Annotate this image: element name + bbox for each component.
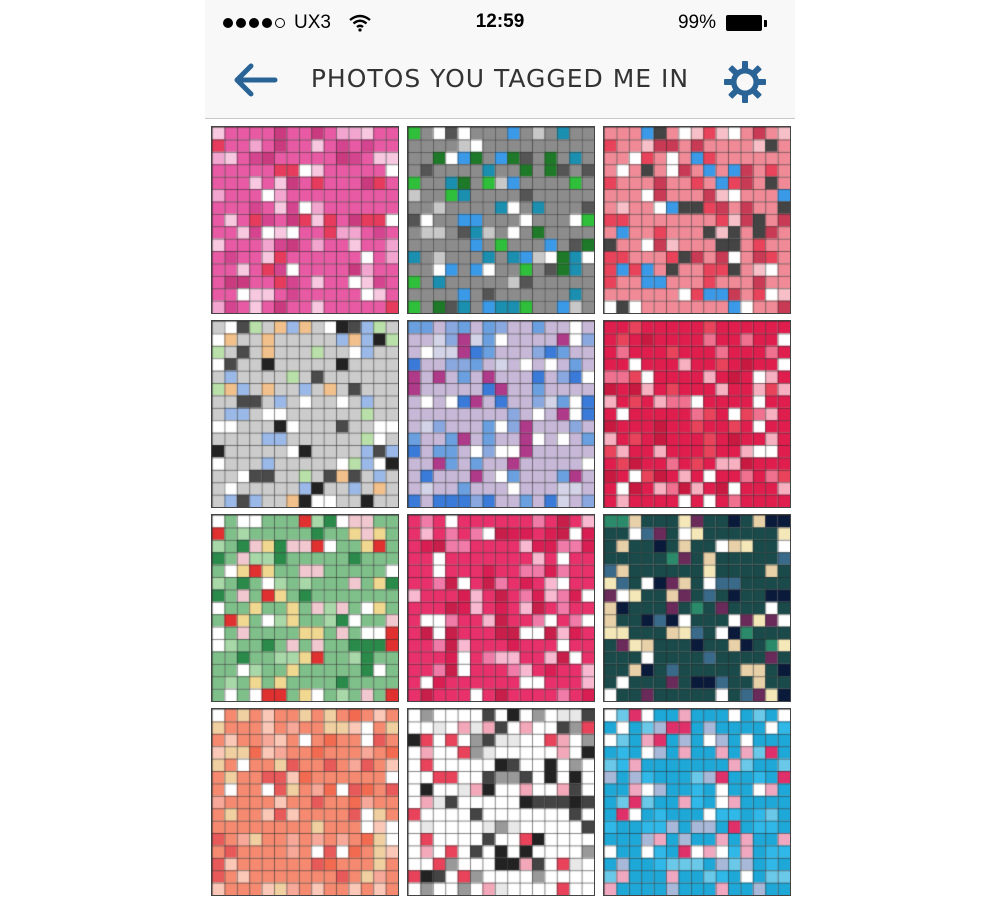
photo-image bbox=[408, 515, 594, 701]
photo-image bbox=[212, 709, 398, 895]
gear-icon[interactable] bbox=[723, 60, 767, 104]
photo-image bbox=[408, 321, 594, 507]
photo-thumbnail[interactable] bbox=[407, 514, 595, 702]
photo-thumbnail[interactable] bbox=[211, 320, 399, 508]
status-bar: UX3 12:59 99% bbox=[205, 0, 795, 46]
photo-image bbox=[408, 127, 594, 313]
navigation-bar: PHOTOS YOU TAGGED ME IN bbox=[205, 46, 795, 119]
photo-thumbnail[interactable] bbox=[211, 126, 399, 314]
photo-thumbnail[interactable] bbox=[211, 708, 399, 896]
photo-thumbnail[interactable] bbox=[211, 514, 399, 702]
battery-percent: 99% bbox=[677, 12, 716, 33]
battery-group: 99% bbox=[678, 11, 767, 35]
photo-thumbnail[interactable] bbox=[603, 514, 791, 702]
photo-image bbox=[604, 515, 790, 701]
back-arrow-icon[interactable] bbox=[231, 60, 279, 100]
battery-tip bbox=[764, 19, 767, 27]
phone-screen: UX3 12:59 99% PHOTOS YOU TAGGED ME IN bbox=[205, 0, 795, 900]
page-title: PHOTOS YOU TAGGED ME IN bbox=[310, 64, 690, 93]
photo-grid bbox=[211, 126, 791, 896]
battery-icon bbox=[726, 15, 762, 31]
photo-thumbnail[interactable] bbox=[603, 126, 791, 314]
photo-image bbox=[604, 709, 790, 895]
photo-thumbnail[interactable] bbox=[603, 320, 791, 508]
photo-image bbox=[604, 321, 790, 507]
photo-thumbnail[interactable] bbox=[407, 126, 595, 314]
photo-image bbox=[212, 321, 398, 507]
photo-thumbnail[interactable] bbox=[603, 708, 791, 896]
photo-image bbox=[212, 127, 398, 313]
photo-thumbnail[interactable] bbox=[407, 320, 595, 508]
photo-image bbox=[408, 709, 594, 895]
photo-image bbox=[604, 127, 790, 313]
photo-thumbnail[interactable] bbox=[407, 708, 595, 896]
photo-image bbox=[212, 515, 398, 701]
